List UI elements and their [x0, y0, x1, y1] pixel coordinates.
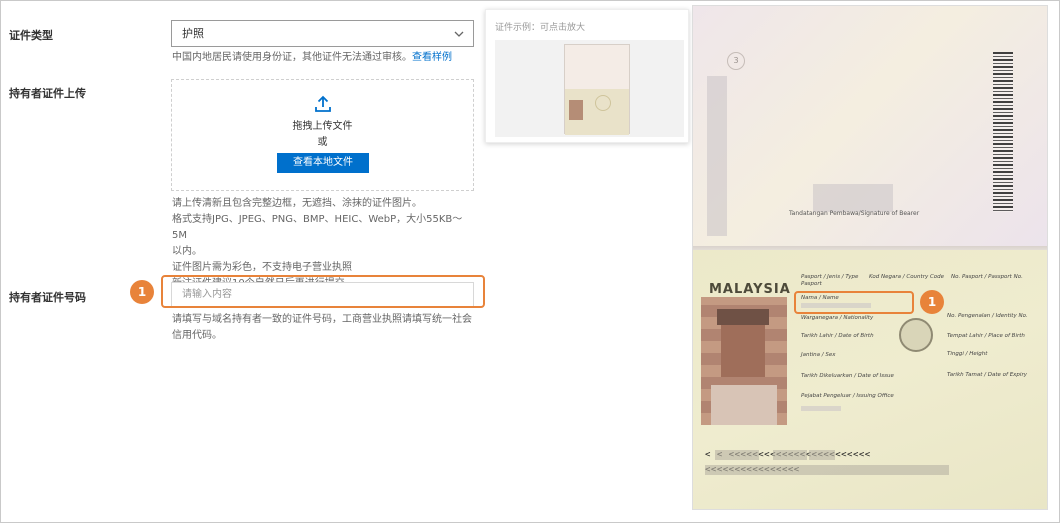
- holder-photo: [701, 297, 787, 425]
- photo-face: [721, 319, 765, 377]
- page-number-seal: 3: [727, 52, 745, 70]
- field-pob: Tempat Lahir / Place of Birth: [947, 333, 1025, 339]
- upload-hint-line: 格式支持JPG、JPEG、PNG、BMP、HEIC、WebP，大小55KB～5M: [172, 214, 463, 241]
- field-passport-type: Pasport / Jenis / Type: [801, 274, 859, 280]
- id-type-label: 证件类型: [9, 29, 53, 42]
- upload-label: 持有者证件上传: [9, 87, 86, 100]
- passport-thumbnail[interactable]: [564, 44, 630, 135]
- upload-dropzone[interactable]: 拖拽上传文件 或 查看本地文件: [171, 79, 474, 191]
- field-expiry-date: Tarikh Tamat / Date of Expiry: [947, 372, 1027, 378]
- example-thumbnail-area[interactable]: [495, 40, 684, 137]
- blurred-signature: [813, 184, 893, 212]
- thumbnail-photo: [569, 100, 583, 120]
- page-frame: 证件类型 护照 中国内地居民请使用身份证，其他证件无法通过审核。查看样例 持有者…: [0, 0, 1060, 523]
- id-type-value: 护照: [182, 27, 204, 40]
- blurred-mrz: [809, 450, 835, 460]
- field-issuing-office: Pejabat Pengeluar / Issuing Office: [801, 393, 894, 399]
- field-id-no: No. Pengenalan / Identity No.: [947, 313, 1028, 319]
- blurred-mrz: [773, 450, 807, 460]
- id-type-select[interactable]: 护照: [171, 20, 474, 47]
- coat-of-arms-emblem: [899, 318, 933, 352]
- field-height: Tinggi / Height: [947, 351, 988, 357]
- chevron-down-icon: [454, 31, 464, 37]
- id-type-hint: 中国内地居民请使用身份证，其他证件无法通过审核。查看样例: [172, 50, 477, 66]
- blurred-mrz: [705, 465, 949, 475]
- step-badge: 1: [920, 290, 944, 314]
- upload-drag-text: 拖拽上传文件: [292, 121, 353, 132]
- id-type-hint-text: 中国内地居民请使用身份证，其他证件无法通过审核。: [172, 52, 412, 63]
- field-passport-no: No. Pasport / Passport No.: [951, 274, 1023, 280]
- photo-hair: [717, 309, 769, 325]
- blurred-office: [801, 406, 841, 411]
- field-sex: Jantina / Sex: [801, 352, 836, 358]
- field-passport-word: Pasport: [801, 281, 822, 287]
- browse-local-files-button[interactable]: 查看本地文件: [277, 153, 369, 173]
- field-dob: Tarikh Lahir / Date of Birth: [801, 333, 874, 339]
- passport-sample-image: 3 Tandatangan Pembawa/Signature of Beare…: [692, 5, 1048, 510]
- field-country-code: Kod Negara / Country Code: [869, 274, 945, 280]
- id-number-label: 持有者证件号码: [9, 291, 86, 304]
- upload-hint-line: 以内。: [172, 246, 202, 257]
- upload-icon: [315, 95, 331, 112]
- thumbnail-seal: [595, 95, 611, 111]
- upload-or-text: 或: [317, 137, 328, 148]
- signature-label: Tandatangan Pembawa/Signature of Bearer: [789, 210, 920, 217]
- field-issue-date: Tarikh Dikeluarkan / Date of Issue: [801, 373, 894, 379]
- country-name: MALAYSIA: [709, 282, 791, 297]
- upload-hint-line: 请上传清新且包含完整边框，无遮挡、涂抹的证件图片。: [172, 198, 422, 209]
- id-number-hint: 请填写与域名持有者一致的证件号码，工商营业执照请填写统一社会信用代码。: [172, 314, 472, 341]
- photo-shoulders: [711, 385, 777, 425]
- name-field-highlight: [794, 291, 914, 314]
- field-nationality: Warganegara / Nationality: [801, 315, 874, 321]
- example-title: 证件示例：可点击放大: [495, 23, 586, 33]
- blurred-mrz: [715, 450, 759, 460]
- barcode: [993, 52, 1013, 212]
- view-sample-link[interactable]: 查看样例: [412, 52, 452, 63]
- blurred-region: [707, 76, 727, 236]
- id-example-popover: 证件示例：可点击放大: [485, 9, 689, 143]
- id-number-highlight: [161, 275, 485, 308]
- upload-hint-line: 证件图片需为彩色，不支持电子营业执照: [172, 262, 352, 273]
- step-badge: 1: [130, 280, 154, 304]
